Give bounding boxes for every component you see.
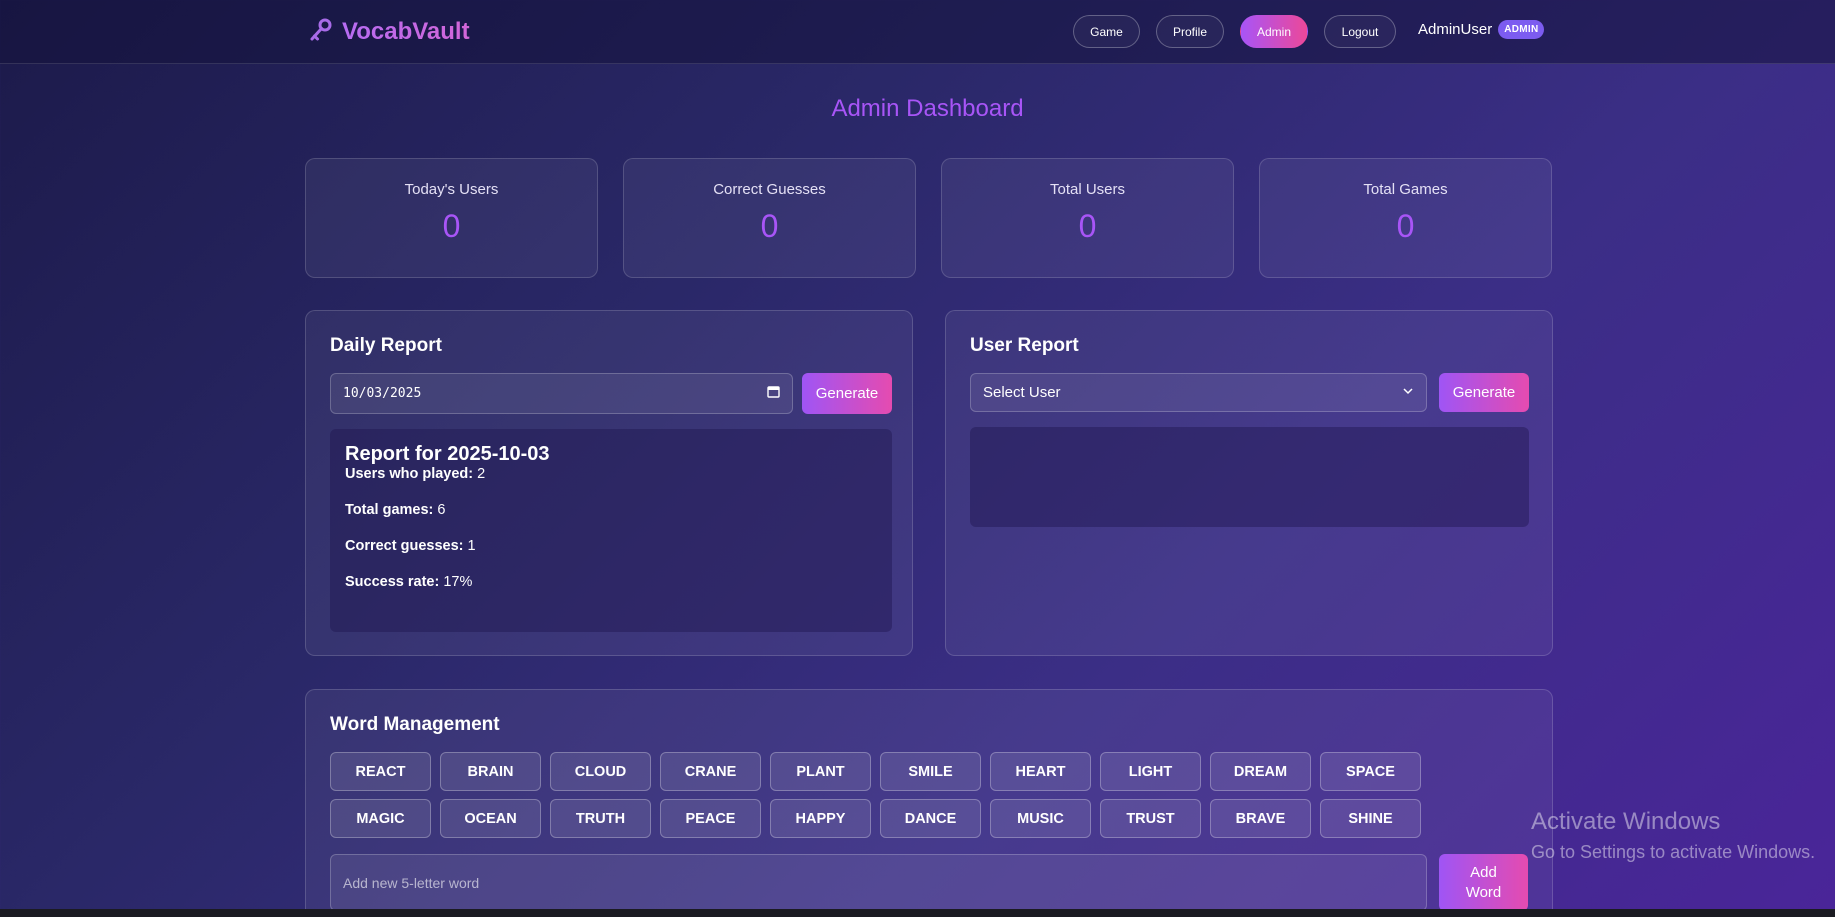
word-chip[interactable]: LIGHT (1100, 752, 1201, 791)
user-generate-button[interactable]: Generate (1439, 373, 1529, 412)
daily-generate-button[interactable]: Generate (802, 373, 892, 414)
daily-report-title: Daily Report (330, 335, 442, 356)
word-chip[interactable]: MUSIC (990, 799, 1091, 838)
report-line-users: Users who played: 2 (345, 466, 877, 482)
word-chip[interactable]: CRANE (660, 752, 761, 791)
stat-value: 0 (760, 208, 779, 244)
word-chip[interactable]: TRUST (1100, 799, 1201, 838)
top-navbar: VocabVault Game Profile Admin Logout Adm… (0, 0, 1835, 64)
stat-label: Correct Guesses (713, 181, 826, 198)
report-label: Total games: (345, 502, 434, 518)
report-title: Report for 2025-10-03 (345, 443, 550, 465)
user-report-title: User Report (970, 335, 1079, 356)
report-label: Users who played: (345, 466, 474, 482)
add-word-button[interactable]: Add Word (1439, 854, 1528, 911)
word-chip[interactable]: CLOUD (550, 752, 651, 791)
stat-card-todays-users: Today's Users 0 (305, 158, 598, 278)
word-chip[interactable]: PEACE (660, 799, 761, 838)
nav-links: Game Profile Admin Logout (1073, 15, 1396, 48)
taskbar-edge (0, 909, 1835, 917)
add-word-label-line1: Add (1470, 863, 1497, 881)
word-chip[interactable]: MAGIC (330, 799, 431, 838)
nav-admin-button[interactable]: Admin (1240, 15, 1308, 48)
stat-card-total-games: Total Games 0 (1259, 158, 1552, 278)
word-chip[interactable]: BRAIN (440, 752, 541, 791)
select-value: Select User (983, 384, 1061, 401)
daily-report-output: Report for 2025-10-03 Users who played: … (330, 429, 892, 632)
stat-value: 0 (1396, 208, 1415, 244)
stat-card-total-users: Total Users 0 (941, 158, 1234, 278)
word-chip[interactable]: SPACE (1320, 752, 1421, 791)
add-word-label-line2: Word (1465, 883, 1502, 901)
nav-logout-button[interactable]: Logout (1324, 15, 1396, 48)
report-date-input[interactable]: 10/03/2025 (330, 373, 793, 414)
brand-logo[interactable]: VocabVault (308, 14, 470, 50)
nav-profile-button[interactable]: Profile (1156, 15, 1224, 48)
word-chip[interactable]: OCEAN (440, 799, 541, 838)
user-report-panel: User Report Select User Generate (945, 310, 1553, 656)
date-value: 10/03/2025 (343, 386, 422, 401)
word-management-panel: Word Management REACT BRAIN CLOUD CRANE PLAN… (305, 689, 1553, 917)
report-line-games: Total games: 6 (345, 502, 877, 518)
username: AdminUser (1418, 21, 1493, 38)
report-value: 2 (477, 466, 486, 482)
nav-game-button[interactable]: Game (1073, 15, 1140, 48)
key-icon (308, 17, 334, 48)
stat-value: 0 (442, 208, 461, 244)
word-chip[interactable]: PLANT (770, 752, 871, 791)
report-line-correct: Correct guesses: 1 (345, 538, 877, 554)
watermark-line1: Activate Windows (1531, 808, 1721, 835)
word-chip[interactable]: DANCE (880, 799, 981, 838)
report-value: 17% (443, 574, 473, 590)
stat-card-correct-guesses: Correct Guesses 0 (623, 158, 916, 278)
word-list: REACT BRAIN CLOUD CRANE PLANT SMILE HEART LIGHT… (330, 752, 1530, 838)
new-word-input[interactable]: Add new 5-letter word (330, 854, 1427, 911)
word-chip[interactable]: HEART (990, 752, 1091, 791)
stat-label: Total Games (1363, 181, 1448, 198)
word-chip[interactable]: BRAVE (1210, 799, 1311, 838)
page-title: Admin Dashboard (831, 95, 1024, 122)
word-chip[interactable]: TRUTH (550, 799, 651, 838)
watermark-line2: Go to Settings to activate Windows. (1531, 842, 1816, 862)
brand-name: VocabVault (342, 18, 470, 45)
stat-label: Today's Users (404, 181, 499, 198)
word-chip[interactable]: SHINE (1320, 799, 1421, 838)
report-label: Correct guesses: (345, 538, 464, 554)
calendar-icon[interactable] (767, 385, 780, 403)
word-chip[interactable]: REACT (330, 752, 431, 791)
report-line-success-rate: Success rate: 17% (345, 574, 877, 590)
word-chip[interactable]: SMILE (880, 752, 981, 791)
report-label: Success rate: (345, 574, 440, 590)
user-report-output (970, 427, 1529, 527)
admin-badge: ADMIN (1498, 20, 1545, 39)
word-chip[interactable]: DREAM (1210, 752, 1311, 791)
stat-value: 0 (1078, 208, 1097, 244)
report-value: 6 (437, 502, 446, 518)
user-info: AdminUser ADMIN (1418, 20, 1545, 39)
stat-label: Total Users (1049, 181, 1126, 198)
chevron-down-icon (1402, 384, 1414, 401)
user-select[interactable]: Select User (970, 373, 1427, 412)
windows-activation-watermark: Activate Windows Go to Settings to activ… (1531, 808, 1815, 863)
report-value: 1 (467, 538, 476, 554)
word-management-title: Word Management (330, 714, 500, 735)
daily-report-panel: Daily Report 10/03/2025 Generate Report … (305, 310, 913, 656)
word-chip[interactable]: HAPPY (770, 799, 871, 838)
new-word-placeholder: Add new 5-letter word (343, 874, 480, 891)
